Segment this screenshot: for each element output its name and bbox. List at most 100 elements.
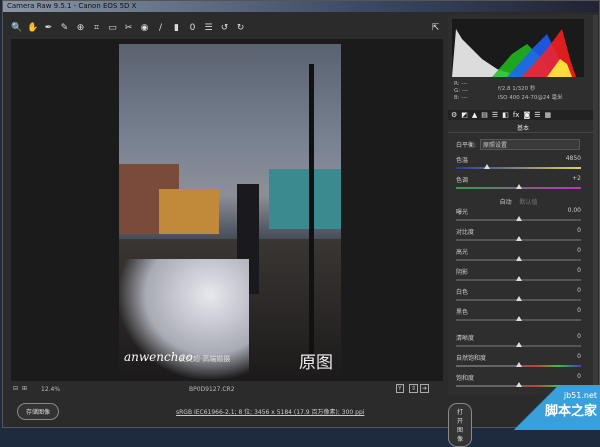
zoom-in-button[interactable]: ⊞: [22, 385, 27, 392]
slider-thumb[interactable]: [515, 184, 522, 189]
hand-icon[interactable]: ✋: [27, 23, 38, 34]
white-balance-row: 白平衡: 原照设置: [456, 139, 581, 150]
radial-filter-icon[interactable]: 0: [187, 23, 198, 34]
status-bar: ⊟ ⊞ 12.4% BP0D9127.CR2 Y ⇕ ➜: [11, 383, 443, 395]
basic-tab-icon[interactable]: ⚙: [451, 111, 457, 119]
red-eye-icon[interactable]: ◉: [139, 23, 150, 34]
rgb-readout: R: --- G: --- B: ---: [454, 81, 468, 102]
slider-row: 色调 +2: [456, 175, 581, 189]
slider-value[interactable]: 0: [577, 287, 581, 294]
site-watermark: jb51.net 脚本之家: [500, 385, 600, 430]
snapshots-tab-icon[interactable]: ▦: [545, 111, 552, 119]
wb-label: 白平衡:: [456, 142, 477, 149]
spot-removal-icon[interactable]: ✂: [123, 23, 134, 34]
slider-value[interactable]: 0: [577, 307, 581, 314]
hsl-tab-icon[interactable]: ▤: [481, 111, 488, 119]
workflow-options-link[interactable]: sRGB IEC61966-2.1; 8 位; 3456 x 5184 (17.…: [176, 407, 364, 416]
slider-thumb[interactable]: [484, 164, 491, 169]
slider-row: 清晰度 0: [456, 333, 581, 347]
slider-thumb[interactable]: [515, 316, 522, 321]
building: [269, 169, 341, 229]
histogram: [452, 19, 584, 77]
camera-calibration-tab-icon[interactable]: ◙: [523, 111, 530, 119]
slider-label: 白色: [456, 289, 469, 296]
target-adjust-icon[interactable]: ⊕: [75, 23, 86, 34]
fullscreen-icon[interactable]: ⇱: [430, 23, 441, 34]
slider-thumb[interactable]: [515, 216, 522, 221]
lens-tab-icon[interactable]: ◧: [502, 111, 509, 119]
graduated-filter-icon[interactable]: ▮: [171, 23, 182, 34]
slider-row: 高光 0: [456, 247, 581, 261]
slider-value[interactable]: +2: [572, 175, 581, 182]
slider-value[interactable]: 0: [577, 267, 581, 274]
slider-label: 色温: [456, 157, 469, 164]
slider-thumb[interactable]: [515, 276, 522, 281]
crop-icon[interactable]: ⌗: [91, 23, 102, 34]
zoom-out-button[interactable]: ⊟: [13, 385, 18, 392]
straighten-icon[interactable]: ▭: [107, 23, 118, 34]
effects-tab-icon[interactable]: fx: [513, 111, 520, 119]
building: [159, 189, 219, 234]
slider-label: 饱和度: [456, 375, 475, 382]
g-value: G: ---: [454, 88, 468, 94]
slider-row: 自然饱和度 0: [456, 353, 581, 367]
copy-settings-button[interactable]: ➜: [420, 384, 430, 393]
presets-tab-icon[interactable]: ☰: [534, 111, 540, 119]
slider-label: 阴影: [456, 269, 469, 276]
slider-thumb[interactable]: [515, 362, 522, 367]
slider-row: 色温 4850: [456, 155, 581, 169]
slider-thumb[interactable]: [515, 256, 522, 261]
white-balance-icon[interactable]: ✒: [43, 23, 54, 34]
slider-value[interactable]: 0: [577, 333, 581, 340]
slider-thumb[interactable]: [515, 296, 522, 301]
adjustment-brush-icon[interactable]: /: [155, 23, 166, 34]
slider-value[interactable]: 0: [577, 227, 581, 234]
save-image-button[interactable]: 存储图像: [17, 403, 60, 420]
original-label: 原图: [299, 353, 333, 373]
color-sampler-icon[interactable]: ✎: [59, 23, 70, 34]
slider-label: 自然饱和度: [456, 355, 487, 362]
zoom-level-select[interactable]: 12.4%: [41, 386, 60, 393]
filename: BP0D9127.CR2: [189, 386, 235, 393]
slider-row: 白色 0: [456, 287, 581, 301]
slider-value[interactable]: 0: [577, 373, 581, 380]
slider-value[interactable]: 0.00: [568, 207, 581, 214]
auto-default-row: 自动 默认值: [456, 197, 581, 206]
slider-thumb[interactable]: [515, 236, 522, 241]
slider-row: 阴影 0: [456, 267, 581, 281]
slider-label: 清晰度: [456, 335, 475, 342]
zoom-icon[interactable]: 🔍: [11, 23, 22, 34]
slider-label: 高光: [456, 249, 469, 256]
slider-label: 曝光: [456, 209, 469, 216]
adjustment-panel: R: --- G: --- B: --- f/2.8 1/320 秒 ISO 4…: [448, 15, 598, 395]
auto-link[interactable]: 自动: [500, 199, 512, 206]
slider-value[interactable]: 0: [577, 353, 581, 360]
slider-thumb[interactable]: [515, 342, 522, 347]
slider-row: 曝光 0.00: [456, 207, 581, 221]
slider-value[interactable]: 4850: [566, 155, 581, 162]
rotate-right-icon[interactable]: ↻: [235, 23, 246, 34]
b-value: B: ---: [454, 95, 468, 101]
split-toning-tab-icon[interactable]: ☰: [492, 111, 498, 119]
slider-label: 对比度: [456, 229, 475, 236]
open-image-button[interactable]: 打开图像: [448, 403, 473, 447]
exif-line2: ISO 400 24-70@24 毫米: [498, 95, 563, 101]
detail-tab-icon[interactable]: ▲: [472, 111, 477, 119]
panel-tabs: ⚙ ◩ ▲ ▤ ☰ ◧ fx ◙ ☰ ▦: [448, 110, 598, 120]
default-link[interactable]: 默认值: [519, 199, 537, 206]
panel-scrollbar[interactable]: [593, 15, 598, 395]
swap-settings-button[interactable]: ⇕: [409, 384, 419, 393]
slider-value[interactable]: 0: [577, 247, 581, 254]
rotate-left-icon[interactable]: ↺: [219, 23, 230, 34]
photo-preview: anwenchao 安文超·高端婚摄 原图: [119, 44, 341, 379]
slider-row: 黑色 0: [456, 307, 581, 321]
preferences-icon[interactable]: ☰: [203, 23, 214, 34]
slider-label: 色调: [456, 177, 469, 184]
wb-select[interactable]: 原照设置: [480, 139, 580, 150]
tone-curve-tab-icon[interactable]: ◩: [461, 111, 468, 119]
image-viewer[interactable]: anwenchao 安文超·高端婚摄 原图: [11, 39, 443, 381]
before-after-toggle[interactable]: Y: [396, 384, 404, 393]
slider-track[interactable]: [456, 167, 581, 169]
exif-line1: f/2.8 1/320 秒: [498, 86, 536, 92]
footer: 存储图像 sRGB IEC61966-2.1; 8 位; 3456 x 5184…: [11, 401, 473, 447]
